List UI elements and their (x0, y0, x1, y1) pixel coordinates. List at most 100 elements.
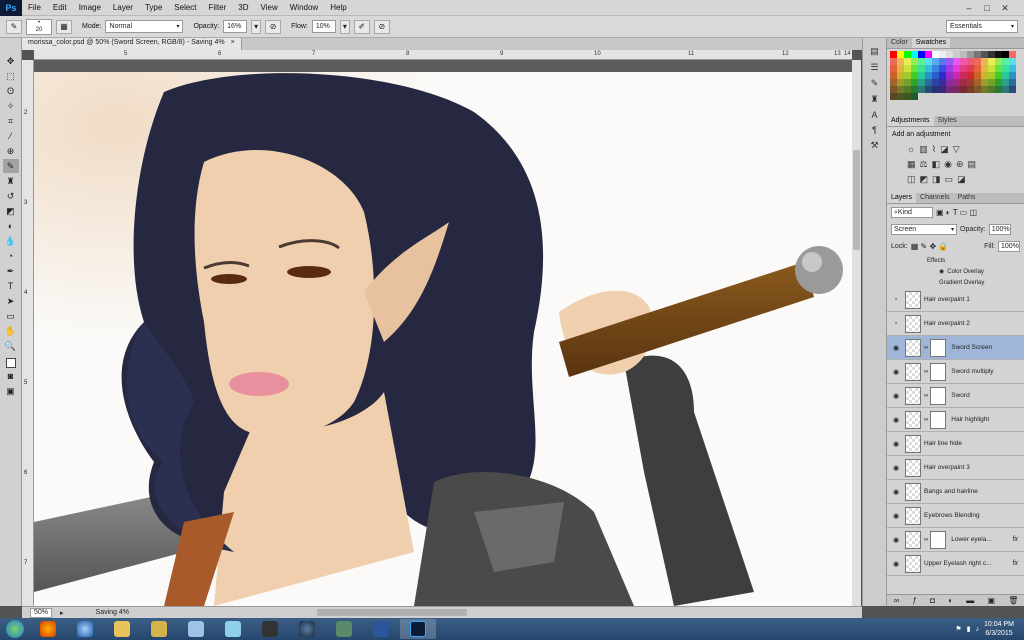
color-swatch[interactable] (953, 72, 960, 79)
properties-panel-icon[interactable]: ☰ (870, 62, 878, 73)
eye-icon[interactable]: ◉ (887, 416, 905, 424)
color-swatch[interactable] (995, 65, 1002, 72)
color-swatch[interactable] (1002, 65, 1009, 72)
layer-row[interactable]: ◉ ∞ Lower eyela... fx (887, 528, 1024, 552)
fx-badge[interactable]: fx (1013, 560, 1018, 567)
color-swatch[interactable] (981, 72, 988, 79)
tab-adjustments[interactable]: Adjustments (887, 116, 934, 126)
color-swatch[interactable] (890, 72, 897, 79)
effects-header[interactable]: Effects (887, 255, 1024, 266)
color-swatch[interactable] (897, 93, 904, 100)
color-swatch[interactable] (904, 93, 911, 100)
crop-tool-icon[interactable]: ⌗ (3, 114, 19, 128)
color-swatch[interactable] (953, 79, 960, 86)
color-swatch[interactable] (932, 51, 939, 58)
invert-icon[interactable]: ◫ (907, 174, 916, 185)
color-swatch[interactable] (925, 58, 932, 65)
layer-row[interactable]: ◉ Hair overpaint 3 (887, 456, 1024, 480)
paint-bucket-tool-icon[interactable]: ◐ (3, 219, 19, 233)
pressure-opacity-icon[interactable]: ⊘ (265, 19, 282, 34)
color-swatch[interactable] (890, 58, 897, 65)
color-swatch[interactable] (960, 86, 967, 93)
gradient-map-icon[interactable]: ▭ (945, 174, 954, 185)
color-swatch[interactable] (890, 51, 897, 58)
brush-tool-icon[interactable]: ✎ (2, 159, 19, 173)
color-swatch[interactable] (1002, 79, 1009, 86)
opacity-dropdown-icon[interactable]: ▾ (251, 19, 262, 34)
effect-item[interactable]: ◉ Color Overlay (887, 266, 1024, 277)
tab-paths[interactable]: Paths (954, 193, 980, 203)
move-tool-icon[interactable]: ✥ (3, 54, 19, 68)
color-swatch[interactable] (967, 65, 974, 72)
color-swatch[interactable] (925, 65, 932, 72)
color-swatch[interactable] (953, 58, 960, 65)
color-swatch[interactable] (890, 79, 897, 86)
color-swatch[interactable] (974, 58, 981, 65)
tab-swatches[interactable]: Swatches (911, 38, 951, 48)
color-swatch[interactable] (988, 58, 995, 65)
screen-mode-icon[interactable]: ▣ (3, 384, 19, 398)
color-swatch[interactable] (904, 51, 911, 58)
zoom-field[interactable]: 50% (30, 607, 53, 618)
history-brush-tool-icon[interactable]: ↺ (3, 189, 19, 203)
firefox-app[interactable] (30, 619, 66, 639)
color-swatch[interactable] (981, 86, 988, 93)
color-swatch[interactable] (932, 86, 939, 93)
color-swatch[interactable] (890, 65, 897, 72)
mode-select[interactable]: Normal ▾ (105, 20, 184, 33)
minimize-button[interactable]: – (960, 0, 978, 16)
filter-icons[interactable]: ▣ ◐ T ▭ ◫ (936, 208, 977, 217)
layer-mask[interactable] (930, 410, 947, 429)
menu-3d[interactable]: 3D (232, 3, 254, 12)
brush-presets-icon[interactable]: ✎ (871, 78, 879, 89)
selective-color-icon[interactable]: ◪ (957, 174, 966, 185)
color-swatch[interactable] (1009, 79, 1016, 86)
flag-icon[interactable]: ⚑ (955, 625, 961, 633)
character-panel-icon[interactable]: A (871, 110, 877, 120)
layer-row[interactable]: ▫ Hair overpaint 1 (887, 288, 1024, 312)
quick-mask-icon[interactable]: ◙ (3, 369, 19, 383)
visibility-toggle[interactable]: ▫ (887, 320, 905, 327)
color-swatch[interactable] (988, 79, 995, 86)
blur-tool-icon[interactable]: 💧 (3, 234, 19, 248)
color-swatch[interactable] (939, 86, 946, 93)
color-swatch[interactable] (946, 51, 953, 58)
color-swatch[interactable] (911, 93, 918, 100)
menu-help[interactable]: Help (324, 3, 352, 12)
layer-mask[interactable] (930, 362, 947, 381)
close-icon[interactable]: × (231, 39, 235, 49)
media-app[interactable] (252, 619, 288, 639)
hue-saturation-icon[interactable]: ▦ (907, 159, 916, 170)
tab-color[interactable]: Color (887, 38, 912, 48)
color-swatch[interactable] (932, 79, 939, 86)
color-swatch[interactable] (946, 86, 953, 93)
horizontal-scrollbar-thumb[interactable] (317, 609, 467, 616)
marquee-tool-icon[interactable]: ⬚ (3, 69, 19, 83)
photo-filter-icon[interactable]: ◉ (944, 159, 952, 170)
layer-row[interactable]: ◉ ∞ Sword multiply (887, 360, 1024, 384)
color-swatch[interactable] (953, 86, 960, 93)
link-layers-icon[interactable]: ∞ (894, 596, 900, 605)
color-swatch[interactable] (897, 65, 904, 72)
color-swatch[interactable] (932, 65, 939, 72)
color-swatch[interactable] (904, 58, 911, 65)
color-swatch[interactable] (981, 58, 988, 65)
add-mask-icon[interactable]: ◘ (930, 596, 935, 605)
color-swatch[interactable] (890, 93, 897, 100)
color-swatch[interactable] (995, 79, 1002, 86)
zoom-tool-icon[interactable]: 🔍 (3, 339, 19, 353)
workspace-select[interactable]: Essentials ▾ (946, 20, 1018, 33)
color-swatch[interactable] (904, 72, 911, 79)
color-lookup-icon[interactable]: ▤ (968, 159, 977, 170)
color-swatch[interactable] (904, 79, 911, 86)
effect-item[interactable]: Gradient Overlay (887, 277, 1024, 288)
posterize-icon[interactable]: ◩ (920, 174, 929, 185)
color-swatch[interactable] (995, 86, 1002, 93)
brush-panel-icon[interactable]: ▦ (56, 19, 72, 34)
paragraph-panel-icon[interactable]: ¶ (872, 125, 877, 135)
menu-window[interactable]: Window (284, 3, 324, 12)
color-swatch[interactable] (974, 51, 981, 58)
color-swatch[interactable] (960, 79, 967, 86)
color-swatch[interactable] (967, 79, 974, 86)
lock-icons[interactable]: ▦ ✎ ✥ 🔒 (911, 242, 949, 251)
